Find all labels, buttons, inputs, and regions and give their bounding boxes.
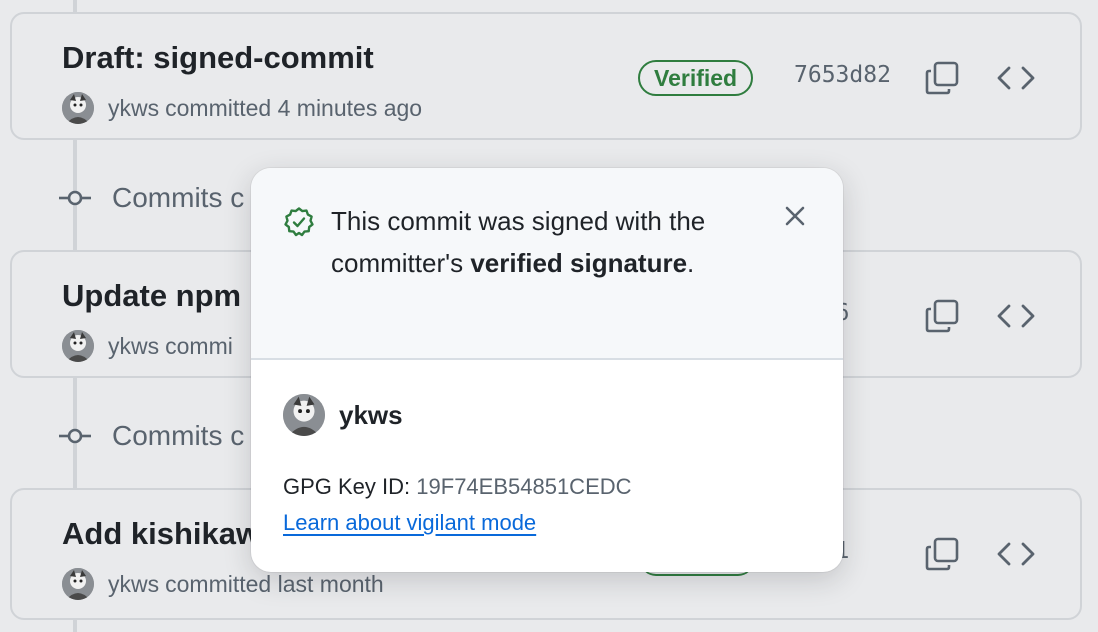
popover-username[interactable]: ykws xyxy=(339,400,403,431)
vigilant-mode-link[interactable]: Learn about vigilant mode xyxy=(283,510,536,536)
code-icon xyxy=(997,304,1035,328)
browse-code-button[interactable] xyxy=(996,298,1036,334)
commit-time: commi xyxy=(165,332,233,359)
commit-meta: ykws commi xyxy=(62,328,233,364)
avatar[interactable] xyxy=(62,92,94,124)
commit-card: Draft: signed-commit ykws committed 4 mi… xyxy=(10,12,1082,140)
close-button[interactable] xyxy=(781,202,809,230)
commit-author[interactable]: ykws xyxy=(108,333,159,360)
section-label: Commits c xyxy=(112,182,245,213)
commits-section-header: Commits c xyxy=(58,178,244,218)
avatar[interactable] xyxy=(283,394,325,436)
commit-meta: ykws committed 4 minutes ago xyxy=(62,90,422,126)
code-icon xyxy=(997,542,1035,566)
commit-author[interactable]: ykws xyxy=(108,95,159,122)
commit-sha[interactable]: 7653d82 xyxy=(794,62,891,88)
commit-time: committed 4 minutes ago xyxy=(165,94,423,121)
gpg-key-id: GPG Key ID: 19F74EB54851CEDC xyxy=(283,474,632,499)
code-icon xyxy=(997,66,1035,90)
signature-message: This commit was signed with the committe… xyxy=(331,206,706,278)
avatar[interactable] xyxy=(62,330,94,362)
popover-header: This commit was signed with the committe… xyxy=(251,168,843,360)
commit-time: committed last month xyxy=(165,570,384,597)
browse-code-button[interactable] xyxy=(996,60,1036,96)
copy-icon xyxy=(925,537,959,571)
commit-title[interactable]: Draft: signed-commit xyxy=(62,40,374,76)
commit-node-icon xyxy=(59,190,91,206)
copy-sha-button[interactable] xyxy=(924,536,960,572)
copy-icon xyxy=(925,299,959,333)
commits-section-header: Commits c xyxy=(58,416,244,456)
commit-node-icon xyxy=(59,428,91,444)
commit-author[interactable]: ykws xyxy=(108,571,159,598)
commit-title[interactable]: Update npm xyxy=(62,278,241,314)
copy-icon xyxy=(925,61,959,95)
avatar[interactable] xyxy=(62,568,94,600)
verified-badge[interactable]: Verified xyxy=(638,60,754,96)
close-icon xyxy=(785,206,805,226)
commit-title[interactable]: Add kishikaw xyxy=(62,516,260,552)
signature-popover: This commit was signed with the committe… xyxy=(251,168,843,572)
copy-sha-button[interactable] xyxy=(924,298,960,334)
browse-code-button[interactable] xyxy=(996,536,1036,572)
section-label: Commits c xyxy=(112,420,245,451)
popover-user: ykws xyxy=(283,394,403,436)
copy-sha-button[interactable] xyxy=(924,60,960,96)
verified-check-icon xyxy=(283,206,315,238)
